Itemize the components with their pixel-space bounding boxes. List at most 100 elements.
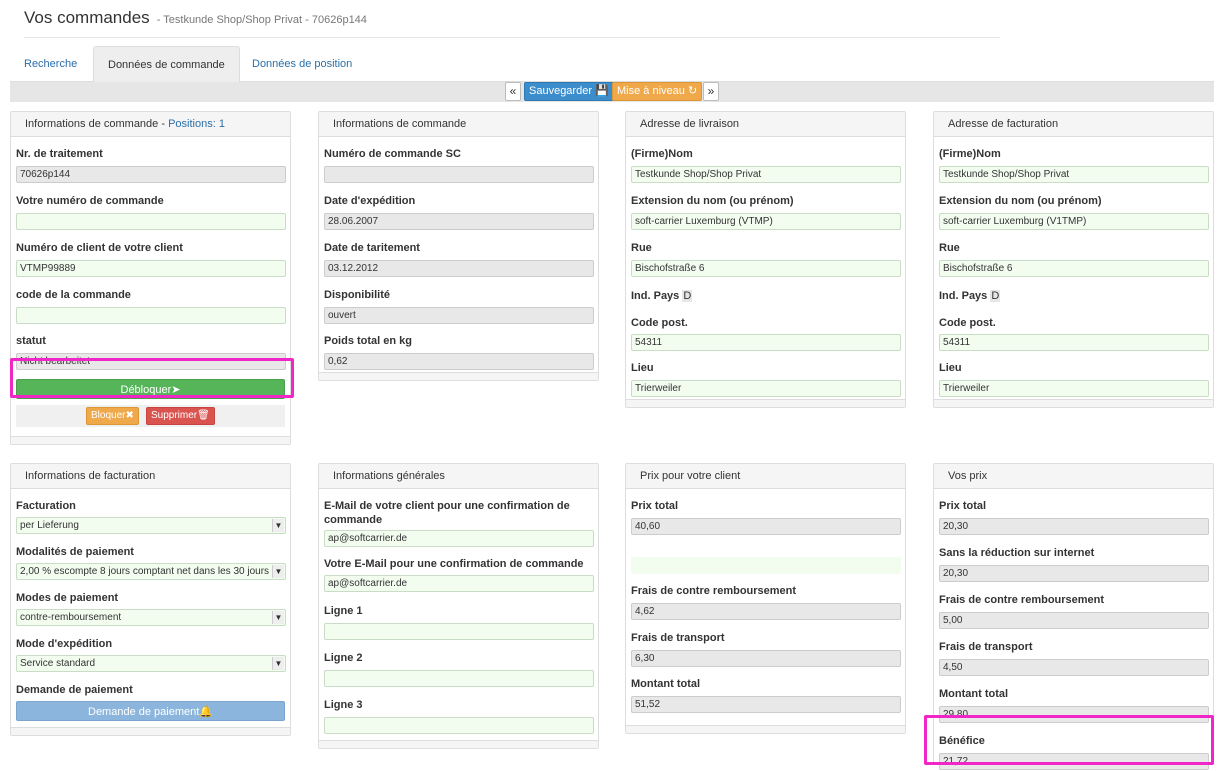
save-button[interactable]: Sauvegarder 💾 — [524, 82, 614, 101]
field-label: Sans la réduction sur internet — [939, 547, 1095, 559]
chevron-down-icon: ▼ — [272, 657, 284, 670]
panel-title: Prix pour votre client — [626, 464, 905, 489]
tab-donnees-de-commande[interactable]: Données de commande — [93, 46, 240, 82]
field-label: statut — [16, 335, 46, 347]
panel-title: Informations de facturation — [11, 464, 290, 489]
field-label: Ind. Pays D — [939, 289, 1208, 303]
sc-order-number-field — [324, 166, 594, 183]
country-code: D — [682, 290, 693, 302]
delivery-name-input[interactable]: Testkunde Shop/Shop Privat — [631, 166, 901, 183]
order-code-input[interactable] — [16, 307, 286, 324]
field-label: (Firme)Nom — [939, 148, 1001, 160]
line-2-input[interactable] — [324, 670, 594, 687]
panel-footer — [626, 399, 905, 407]
field-label: Extension du nom (ou prénom) — [631, 195, 794, 207]
toolbar: « Sauvegarder 💾 Mise à niveau ↻ » — [10, 82, 1214, 102]
your-order-number-input[interactable] — [16, 213, 286, 230]
trash-icon: 🗑 — [197, 410, 210, 421]
field-label: Mode d'expédition — [16, 638, 113, 650]
your-cod-fee-field: 5,00 — [939, 612, 1209, 629]
panel-delivery-address: Adresse de livraison (Firme)Nom Testkund… — [625, 111, 906, 408]
billing-name-extension-input[interactable]: soft-carrier Luxemburg (V1TMP) — [939, 213, 1209, 230]
billing-zip-input[interactable]: 54311 — [939, 334, 1209, 351]
field-label: Frais de transport — [939, 641, 1033, 653]
shipping-mode-select[interactable]: Service standard ▼ — [16, 655, 286, 672]
your-email-input[interactable]: ap@softcarrier.de — [324, 575, 594, 592]
field-label: Frais de transport — [631, 632, 725, 644]
panel-footer — [934, 399, 1213, 407]
panel-billing-info: Informations de facturation Facturation … — [10, 463, 291, 736]
close-icon: ✖ — [125, 410, 134, 421]
field-label: Montant total — [631, 678, 701, 690]
save-label: Sauvegarder — [529, 85, 592, 97]
delivery-zip-input[interactable]: 54311 — [631, 334, 901, 351]
delivery-street-input[interactable]: Bischofstraße 6 — [631, 260, 901, 277]
panel-title: Vos prix — [934, 464, 1213, 489]
processing-number-field: 70626p144 — [16, 166, 286, 183]
panel-title: Adresse de livraison — [626, 112, 905, 137]
country-label: Ind. Pays — [631, 290, 680, 302]
field-label: Ligne 2 — [324, 652, 363, 664]
field-label: Ligne 3 — [324, 699, 363, 711]
payment-mode-select[interactable]: contre-remboursement ▼ — [16, 609, 286, 626]
action-row: Bloquer✖ Supprimer🗑 — [16, 405, 285, 427]
lock-button[interactable]: Bloquer✖ — [86, 407, 139, 425]
field-label: Frais de contre remboursement — [631, 585, 797, 597]
panel-general-info: Informations générales E-Mail de votre c… — [318, 463, 599, 749]
line-1-input[interactable] — [324, 623, 594, 640]
panel-footer — [319, 740, 598, 748]
payment-terms-select[interactable]: 2,00 % escompte 8 jours comptant net dan… — [16, 563, 286, 580]
field-label: (Firme)Nom — [631, 148, 693, 160]
client-email-input[interactable]: ap@softcarrier.de — [324, 530, 594, 547]
field-label: Disponibilité — [324, 289, 390, 301]
delivery-city-input[interactable]: Trierweiler — [631, 380, 901, 397]
tab-recherche[interactable]: Recherche — [10, 46, 91, 82]
field-label: Numéro de commande SC — [324, 148, 461, 160]
panel-footer — [11, 436, 290, 444]
payment-request-button[interactable]: Demande de paiement🔔 — [16, 701, 285, 721]
processing-date-field: 03.12.2012 — [324, 260, 594, 277]
floppy-disk-icon: 💾 — [595, 85, 609, 97]
delete-label: Supprimer — [151, 410, 198, 421]
billing-street-input[interactable]: Bischofstraße 6 — [939, 260, 1209, 277]
field-label: Votre numéro de commande — [16, 195, 164, 207]
refresh-icon: ↻ — [687, 85, 698, 97]
panel-client-price: Prix pour votre client Prix total 40,60 … — [625, 463, 906, 734]
invoicing-select[interactable]: per Lieferung ▼ — [16, 517, 286, 534]
country-code: D — [990, 290, 1001, 302]
field-label: Frais de contre remboursement — [939, 594, 1105, 606]
field-label: Modes de paiement — [16, 592, 119, 604]
billing-city-input[interactable]: Trierweiler — [939, 380, 1209, 397]
no-discount-price-field: 20,30 — [939, 565, 1209, 582]
client-total-amount-field: 51,52 — [631, 696, 901, 713]
client-total-price-field: 40,60 — [631, 518, 901, 535]
update-button[interactable]: Mise à niveau ↻ — [612, 82, 703, 101]
customer-number-input[interactable]: VTMP99889 — [16, 260, 286, 277]
panel-title: Adresse de facturation — [934, 112, 1213, 137]
field-label: Nr. de traitement — [16, 148, 103, 160]
select-value: Service standard — [20, 658, 96, 669]
client-cod-fee-field: 4,62 — [631, 603, 901, 620]
delivery-name-extension-input[interactable]: soft-carrier Luxemburg (VTMP) — [631, 213, 901, 230]
field-label: Modalités de paiement — [16, 546, 134, 558]
highlight-box-profit — [924, 715, 1214, 765]
tab-bar: Recherche Données de commande Données de… — [10, 46, 1214, 82]
field-label: Extension du nom (ou prénom) — [939, 195, 1102, 207]
prev-button[interactable]: « — [505, 82, 521, 101]
payment-request-label: Demande de paiement — [88, 706, 200, 718]
next-button[interactable]: » — [703, 82, 719, 101]
positions-link[interactable]: Positions: 1 — [168, 118, 225, 130]
tab-donnees-de-position[interactable]: Données de position — [238, 46, 366, 82]
delete-button[interactable]: Supprimer🗑 — [146, 407, 215, 425]
field-label: Numéro de client de votre client — [16, 242, 183, 254]
select-value: contre-remboursement — [20, 612, 122, 623]
field-label: Date d'expédition — [324, 195, 416, 207]
panel-footer — [319, 372, 598, 380]
panel-heading: Informations de commande - Positions: 1 — [11, 112, 290, 137]
page-subtitle: - Testkunde Shop/Shop Privat - 70626p144 — [156, 14, 367, 26]
billing-name-input[interactable]: Testkunde Shop/Shop Privat — [939, 166, 1209, 183]
empty-row — [631, 557, 901, 574]
line-3-input[interactable] — [324, 717, 594, 734]
field-label: E-Mail de votre client pour une confirma… — [324, 500, 570, 526]
lock-label: Bloquer — [91, 410, 126, 421]
